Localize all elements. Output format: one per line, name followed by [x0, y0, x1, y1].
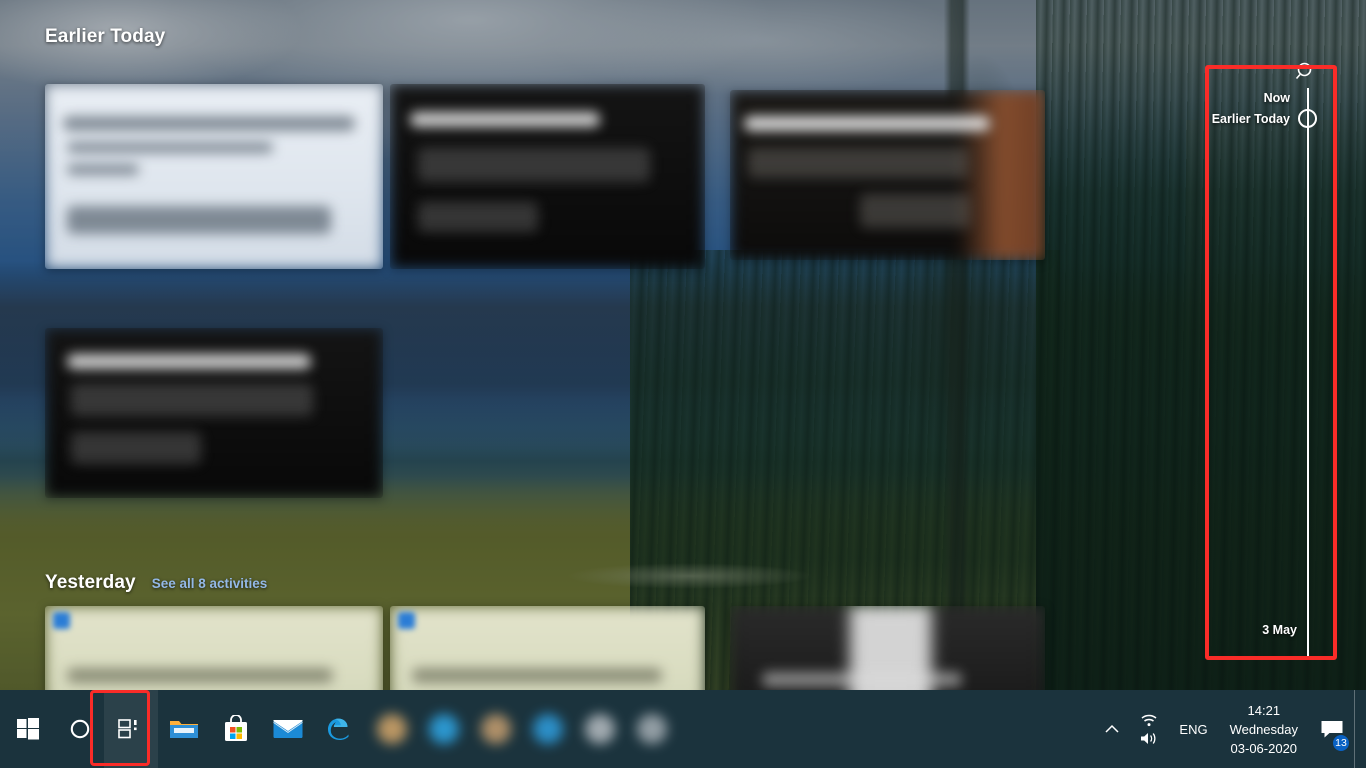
timeline-bottom-date: 3 May — [1262, 623, 1297, 637]
cortana-circle-icon — [70, 719, 90, 739]
thumbnail-body-line — [71, 384, 313, 416]
taskbar: ENG 14:21 Wednesday 03-06-2020 13 — [0, 690, 1366, 768]
windows-logo-icon — [17, 718, 39, 740]
group-title: Yesterday — [45, 572, 136, 593]
taskbar-app-microsoft-store[interactable] — [210, 690, 262, 768]
taskbar-running-app[interactable] — [626, 690, 678, 768]
task-view-overlay: Earlier Today Yesterday See all 8 activi… — [0, 0, 1366, 726]
clock-date: 03-06-2020 — [1230, 740, 1298, 756]
taskbar-running-app[interactable] — [366, 690, 418, 768]
thumbnail-title-blurred — [67, 668, 333, 683]
thumbnail-title-blurred — [412, 668, 662, 683]
timeline-current-label: Earlier Today — [1211, 112, 1290, 126]
cortana-button[interactable] — [56, 690, 104, 768]
thumbnail-body-line — [860, 194, 970, 228]
task-view-button[interactable] — [104, 690, 158, 768]
thumbnail-title-blurred — [762, 672, 962, 687]
microsoft-store-icon — [225, 715, 247, 741]
running-app-icon — [585, 714, 615, 744]
running-app-icon — [429, 714, 459, 744]
thumbnail-body-line — [67, 164, 139, 175]
thumbnail-body-line — [418, 148, 650, 182]
timeline-handle[interactable] — [1298, 109, 1317, 128]
mail-icon — [273, 720, 303, 738]
thumbnail-title-blurred — [67, 354, 311, 369]
taskbar-app-microsoft-edge[interactable] — [314, 690, 366, 768]
speaker-icon — [1140, 732, 1156, 744]
thumbnail-title-blurred — [63, 116, 355, 131]
thumbnail-card[interactable] — [730, 90, 1045, 260]
taskbar-running-app[interactable] — [470, 690, 522, 768]
group-title: Earlier Today — [45, 26, 166, 47]
see-all-activities-link[interactable]: See all 8 activities — [152, 576, 268, 591]
thumbnail-body-line — [67, 142, 273, 153]
group-header-yesterday: Yesterday See all 8 activities — [45, 572, 267, 594]
taskbar-running-app[interactable] — [522, 690, 574, 768]
timeline-rail[interactable] — [1307, 88, 1309, 658]
taskbar-app-file-explorer[interactable] — [158, 690, 210, 768]
thumbnail-card[interactable] — [390, 84, 705, 269]
file-explorer-icon — [170, 721, 198, 738]
thumbnail-body-line — [748, 148, 968, 178]
group-header-earlier-today: Earlier Today — [45, 26, 165, 48]
timeline-scrubber[interactable]: Now Earlier Today 3 May — [1212, 60, 1342, 660]
thumbnail-app-icon — [398, 612, 415, 629]
thumbnail-title-blurred — [410, 112, 600, 127]
network-and-volume-icons[interactable] — [1129, 690, 1169, 768]
running-app-icon — [377, 714, 407, 744]
thumbnail-app-icon — [53, 612, 70, 629]
search-icon[interactable] — [1294, 60, 1318, 84]
clock-day: Wednesday — [1229, 721, 1298, 737]
taskbar-app-mail[interactable] — [262, 690, 314, 768]
edge-icon — [328, 718, 349, 740]
action-center-button[interactable]: 13 — [1310, 690, 1354, 768]
running-app-icon — [637, 714, 667, 744]
running-app-icon — [533, 714, 563, 744]
wifi-icon — [1141, 714, 1157, 726]
thumbnail-card[interactable] — [45, 328, 383, 498]
task-view-icon — [118, 719, 137, 739]
thumbnail-title-blurred — [744, 116, 990, 131]
start-button[interactable] — [0, 690, 56, 768]
action-center-badge: 13 — [1332, 734, 1350, 752]
show-hidden-icons-button[interactable] — [1095, 690, 1129, 768]
system-tray: ENG 14:21 Wednesday 03-06-2020 13 — [1095, 690, 1366, 768]
taskbar-running-app[interactable] — [574, 690, 626, 768]
running-app-icon — [481, 714, 511, 744]
taskbar-running-app[interactable] — [418, 690, 470, 768]
thumbnail-body-line — [67, 206, 331, 234]
clock-time: 14:21 — [1247, 702, 1281, 718]
thumbnail-card[interactable] — [45, 84, 383, 269]
language-indicator[interactable]: ENG — [1169, 690, 1217, 768]
show-desktop-button[interactable] — [1354, 690, 1362, 768]
timeline-now-label: Now — [1263, 91, 1290, 105]
chevron-up-icon — [1105, 724, 1119, 733]
screen: Earlier Today Yesterday See all 8 activi… — [0, 0, 1366, 768]
clock[interactable]: 14:21 Wednesday 03-06-2020 — [1218, 690, 1310, 768]
thumbnail-body-line — [418, 202, 538, 232]
thumbnail-body-line — [71, 432, 201, 464]
thumbnail-preview — [45, 84, 383, 269]
